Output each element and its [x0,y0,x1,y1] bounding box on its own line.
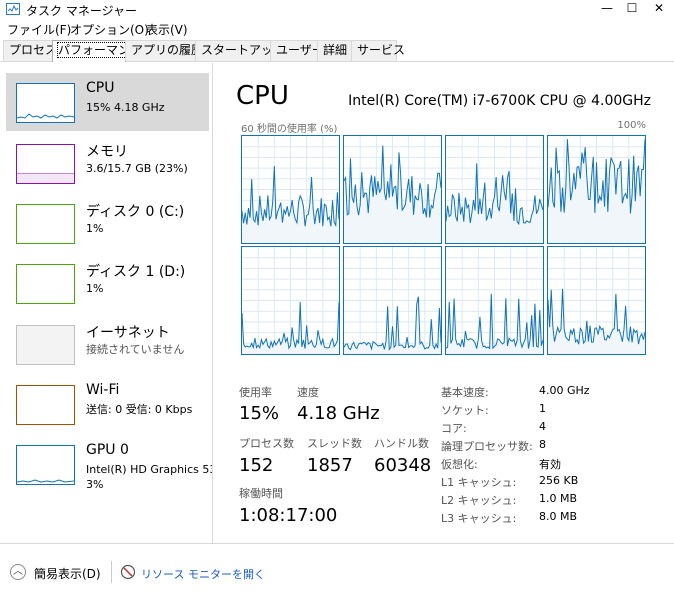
usage-label: 使用率 [239,386,272,399]
process-count-label: プロセス数 [239,437,294,450]
virtualization-label: 仮想化: [441,458,478,471]
tab-performance[interactable]: パフォーマンス [52,40,143,62]
graph-caption: 60 秒間の使用率 (%) [241,124,338,135]
sidebar-item-label: Wi-Fi [86,382,120,398]
cpu-detail-panel: CPU Intel(R) Core(TM) i7-6700K CPU @ 4.0… [214,63,674,543]
cores-label: コア: [441,422,467,435]
tab-users[interactable]: ユーザー [270,40,324,61]
task-manager-icon [6,3,20,15]
sidebar-item-label: メモリ [86,144,128,160]
menu-view[interactable]: 表示(V) [146,21,188,38]
logical-processor-graph [445,246,544,355]
footer-bar: ︿ 簡易表示(D) リソース モニターを開く [0,543,674,597]
sidebar-item-detail: 1% [86,222,104,235]
sidebar-item-memory[interactable]: メモリ 3.6/15.7 GB (23%) [6,134,209,192]
sidebar-item-disk0[interactable]: ディスク 0 (C:) 1% [6,194,209,252]
sidebar-item-label: CPU [86,80,115,96]
logical-processor-graph [343,135,442,244]
fewer-details-button[interactable]: 簡易表示(D) [34,565,101,582]
l3-cache-label: L3 キャッシュ: [441,512,517,525]
usage-value: 15% [239,403,280,424]
menu-options[interactable]: オプション(O) [70,21,149,38]
sidebar-item-disk1[interactable]: ディスク 1 (D:) 1% [6,254,209,312]
l3-cache-value: 8.0 MB [539,510,578,523]
ethernet-thumbnail-graph [16,325,75,365]
sidebar-item-label: イーサネット [86,325,170,341]
logical-processors-label: 論理プロセッサ数: [441,440,533,453]
logical-processors-value: 8 [539,438,546,451]
handle-count-value: 60348 [374,455,432,476]
memory-thumbnail-graph [16,144,75,184]
l1-cache-label: L1 キャッシュ: [441,476,517,489]
logical-processor-graph [445,135,544,244]
sidebar-item-usage: 3% [86,478,104,491]
sockets-value: 1 [539,402,546,415]
tab-processes[interactable]: プロセス [3,40,57,61]
thread-count-value: 1857 [307,455,353,476]
speed-label: 速度 [297,386,319,399]
uptime-label: 稼働時間 [239,487,283,500]
menu-file[interactable]: ファイル(F) [7,21,71,38]
sidebar-item-detail: 送信: 0 受信: 0 Kbps [86,403,193,416]
maximize-button[interactable]: ☐ [617,0,647,19]
cpu-thumbnail-graph [16,83,75,123]
sidebar-item-label: ディスク 0 (C:) [86,204,185,220]
disk1-thumbnail-graph [16,264,75,304]
menu-bar: ファイル(F) オプション(O) 表示(V) [0,19,674,38]
close-button[interactable]: ✕ [644,0,674,19]
footer-divider [111,561,112,583]
sidebar-item-label: GPU 0 [86,442,129,458]
sidebar-item-label: ディスク 1 (D:) [86,264,186,280]
wifi-thumbnail-graph [16,385,75,425]
sidebar-item-wifi[interactable]: Wi-Fi 送信: 0 受信: 0 Kbps [6,375,209,433]
virtualization-value: 有効 [539,458,561,471]
open-resource-monitor-link[interactable]: リソース モニターを開く [141,566,265,582]
l2-cache-value: 1.0 MB [539,492,578,505]
tab-startup[interactable]: スタートアップ [195,40,285,61]
tab-services[interactable]: サービス [351,40,405,61]
title-bar: タスク マネージャー — ☐ ✕ [0,0,674,19]
tab-bar: プロセス パフォーマンス アプリの履歴 スタートアップ ユーザー 詳細 サービス [0,40,674,62]
sidebar-item-detail: Intel(R) HD Graphics 530 [86,463,213,476]
resource-sidebar: CPU 15% 4.18 GHz メモリ 3.6/15.7 GB (23%) デ… [0,63,213,543]
tab-app-history[interactable]: アプリの履歴 [125,40,203,61]
sidebar-item-detail: 3.6/15.7 GB (23%) [86,162,188,175]
tab-details[interactable]: 詳細 [317,40,352,61]
sidebar-item-cpu[interactable]: CPU 15% 4.18 GHz [6,73,209,131]
process-count-value: 152 [239,455,274,476]
speed-value: 4.18 GHz [297,403,380,424]
gpu-thumbnail-graph [16,445,75,485]
page-title: CPU [236,81,289,111]
uptime-value: 1:08:17:00 [239,505,338,526]
window-title: タスク マネージャー [26,4,137,18]
graph-max-label: 100% [617,120,646,131]
base-speed-label: 基本速度: [441,386,489,399]
sidebar-item-detail: 15% 4.18 GHz [86,101,165,114]
sidebar-item-detail: 接続されていません [86,343,185,356]
logical-processor-graph [547,246,646,355]
logical-processor-graph [547,135,646,244]
resource-monitor-icon[interactable] [120,564,136,580]
logical-processor-graph [343,246,442,355]
logical-processor-graph [241,135,340,244]
cpu-model-name: Intel(R) Core(TM) i7-6700K CPU @ 4.00GHz [348,93,651,109]
sidebar-item-gpu[interactable]: GPU 0 Intel(R) HD Graphics 530 3% [6,435,212,503]
logical-processor-graph [241,246,340,355]
sidebar-item-ethernet[interactable]: イーサネット 接続されていません [6,315,209,373]
l2-cache-label: L2 キャッシュ: [441,494,517,507]
thread-count-label: スレッド数 [307,437,362,450]
base-speed-value: 4.00 GHz [539,384,590,397]
sidebar-item-detail: 1% [86,282,104,295]
chevron-up-icon[interactable]: ︿ [10,564,26,580]
cores-value: 4 [539,420,546,433]
disk0-thumbnail-graph [16,204,75,244]
l1-cache-value: 256 KB [539,474,579,487]
handle-count-label: ハンドル数 [374,437,429,450]
sockets-label: ソケット: [441,404,489,417]
